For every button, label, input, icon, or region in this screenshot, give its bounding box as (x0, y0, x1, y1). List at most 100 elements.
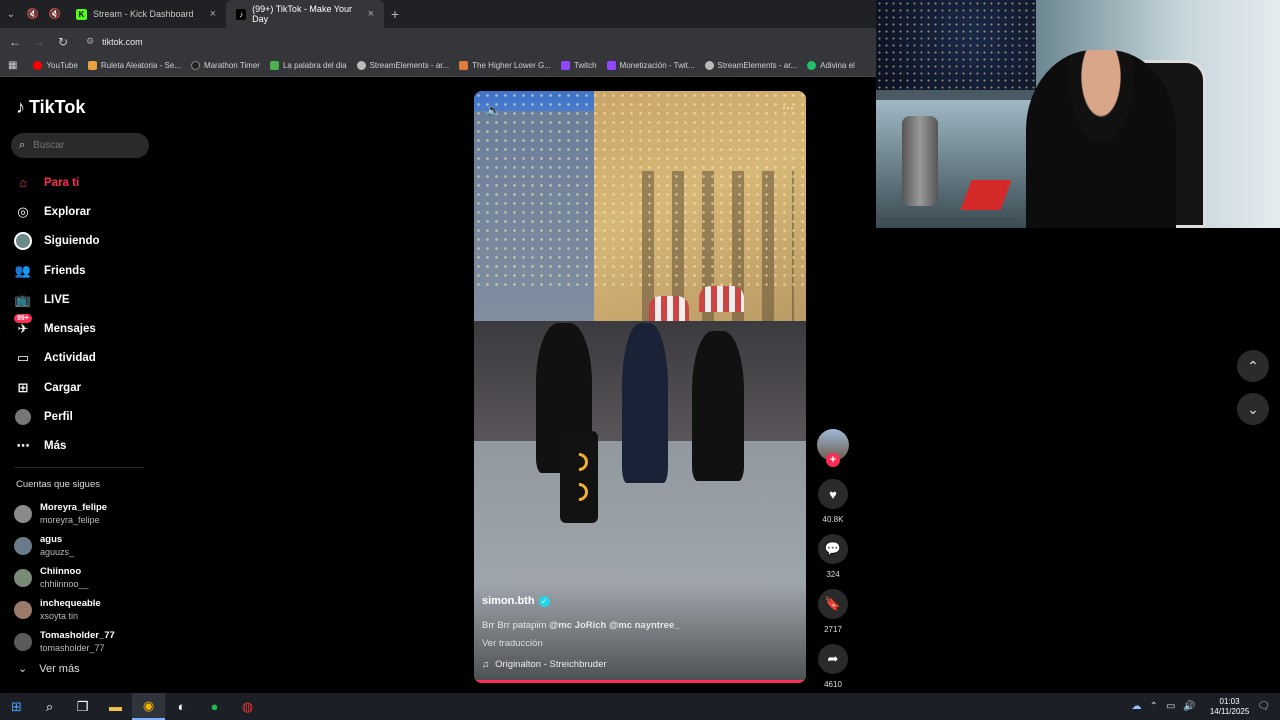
video-scene-awning (649, 296, 689, 322)
sidebar-item-live[interactable]: 📺 LIVE (14, 285, 154, 314)
share-icon[interactable]: ➦ (818, 644, 848, 674)
sidebar-item-mas[interactable]: ⋯ Más (14, 432, 154, 461)
bookmark-ruleta[interactable]: Ruleta Aleatoria - Se... (87, 61, 181, 70)
author-avatar[interactable]: + (817, 429, 849, 467)
muted-tab-icon[interactable]: 🔇 (22, 3, 44, 25)
youtube-icon (33, 61, 43, 70)
following-account[interactable]: Chiinnoo chhiinnoo__ (14, 562, 164, 594)
volume-icon[interactable]: 🔈 (486, 103, 501, 117)
bookmark-marathon-timer[interactable]: Marathon Timer (190, 61, 260, 70)
new-tab-button[interactable]: + (384, 3, 406, 25)
url-field[interactable]: ⚙ tiktok.com (86, 36, 143, 47)
network-icon[interactable]: ▭ (1166, 701, 1175, 712)
account-name: Moreyra_felipe (40, 502, 108, 513)
translate-link[interactable]: Ver traducción (482, 638, 543, 649)
following-list: Moreyra_felipe moreyra_felipe agus aguuzs_… (14, 498, 164, 658)
tab-kick-dashboard[interactable]: K Stream - Kick Dashboard × (66, 0, 226, 28)
sidebar-item-explorar[interactable]: ◎ Explorar (14, 197, 154, 226)
comment-icon[interactable]: 💬 (818, 534, 848, 564)
speaker-light (566, 449, 592, 475)
obs-icon[interactable]: ◍ (231, 693, 264, 720)
apps-grid-icon[interactable]: ▦ (8, 60, 17, 71)
following-account[interactable]: Moreyra_felipe moreyra_felipe (14, 498, 164, 530)
sidebar-item-friends[interactable]: 👥 Friends (14, 256, 154, 285)
reload-icon[interactable]: ↻ (56, 35, 70, 49)
search-box[interactable]: ⌕ (11, 133, 149, 158)
account-name: agus (40, 534, 63, 545)
video-scene-dancer (622, 323, 668, 483)
webcam-overlay (876, 0, 1280, 228)
tab-search-icon[interactable]: ⌄ (0, 3, 22, 25)
home-icon: ⌂ (19, 175, 27, 191)
chrome-icon[interactable]: ◉ (132, 693, 165, 720)
bookmark-label: The Higher Lower G... (472, 61, 551, 70)
browser-tabbar: ⌄ 🔇 🔇 K Stream - Kick Dashboard × ♪ (99+… (0, 0, 876, 28)
muted-tab-icon-2[interactable]: 🔇 (44, 3, 66, 25)
bookmark-icon[interactable]: 🔖 (818, 589, 848, 619)
following-account[interactable]: inchequeable xsoyta tin (14, 594, 164, 626)
tray-chevron-up-icon[interactable]: ⌃ (1150, 701, 1158, 712)
file-explorer-icon[interactable]: ▬ (99, 693, 132, 720)
volume-icon[interactable]: 🔊 (1183, 701, 1195, 712)
following-account[interactable]: agus aguuzs_ (14, 530, 164, 562)
follow-plus-icon[interactable]: + (826, 453, 840, 467)
video-author[interactable]: simon.bth ✓ (482, 595, 550, 607)
browser-addressbar: ← → ↻ ⚙ tiktok.com (0, 28, 876, 55)
site-info-icon[interactable]: ⚙ (86, 36, 94, 47)
adivina-icon (807, 61, 817, 70)
bookmark-streamelements[interactable]: StreamElements - ar... (356, 61, 449, 70)
sidebar-item-mensajes[interactable]: ✈ 99+ Mensajes (14, 314, 154, 343)
following-account[interactable]: Tomasholder_77 tomasholder_77 (14, 626, 164, 658)
video-sound[interactable]: ♫ Originalton - Streichbruder (482, 659, 607, 670)
back-icon[interactable]: ← (8, 35, 22, 49)
close-tab-icon[interactable]: × (210, 8, 216, 20)
sidebar-item-actividad[interactable]: ▭ Actividad (14, 344, 154, 373)
bookmark-monetizacion[interactable]: Monetización - Twit... (606, 61, 695, 70)
previous-video-button[interactable]: ⌃ (1237, 350, 1269, 382)
sidebar-item-para-ti[interactable]: ⌂ Para ti (14, 168, 154, 197)
tiktok-page: ♪ TikTok ⌕ ⌂ Para ti ◎ Explorar Siguiend… (0, 77, 876, 693)
sidebar-item-perfil[interactable]: Perfil (14, 402, 154, 431)
bookmark-streamelements-2[interactable]: StreamElements - ar... (704, 61, 797, 70)
bookmark-adivina[interactable]: Adivina el (807, 61, 855, 70)
bookmark-label: Twitch (573, 61, 597, 70)
bookmark-twitch[interactable]: Twitch (560, 61, 597, 70)
more-options-icon[interactable]: ⋯ (782, 101, 794, 115)
video-player[interactable]: 🔈 ⋯ simon.bth ✓ Brr Brr patapim @mc JoRi… (474, 91, 806, 683)
bookmark-higher-lower[interactable]: The Higher Lower G... (459, 61, 551, 70)
bookmark-palabra-del-dia[interactable]: La palabra del dia (269, 61, 347, 70)
task-view-icon[interactable]: ❐ (66, 693, 99, 720)
close-tab-icon[interactable]: × (368, 8, 374, 20)
webcam-thermos (902, 116, 938, 206)
weather-icon[interactable]: ☁ (1132, 701, 1142, 712)
next-video-button[interactable]: ⌄ (1237, 393, 1269, 425)
video-scene-speaker (560, 431, 598, 523)
notifications-icon[interactable]: 🗨 (1257, 701, 1270, 712)
bookmark-youtube[interactable]: YouTube (33, 61, 78, 70)
tiktok-note-icon: ♪ (16, 97, 25, 117)
tab-tiktok[interactable]: ♪ (99+) TikTok - Make Your Day × (226, 0, 384, 28)
caption-mentions[interactable]: @mc JoRich @mc nayntree_ (549, 620, 679, 631)
spotify-icon[interactable]: ● (198, 693, 231, 720)
heart-icon[interactable]: ♥ (818, 479, 848, 509)
see-more-label: Ver más (39, 662, 80, 675)
windows-start-icon[interactable]: ⊞ (0, 693, 33, 720)
see-more-button[interactable]: ⌄ Ver más (18, 662, 80, 676)
video-progress-bar[interactable] (474, 680, 806, 683)
profile-icon (14, 408, 32, 426)
sidebar-item-siguiendo[interactable]: Siguiendo (14, 227, 154, 256)
live-icon: 📺 (14, 291, 32, 307)
search-icon[interactable]: ⌕ (33, 693, 66, 720)
account-handle: aguuzs_ (40, 547, 75, 557)
sidebar-item-cargar[interactable]: ⊞ Cargar (14, 373, 154, 402)
speaker-light (566, 479, 592, 505)
taskbar-clock[interactable]: 01:03 14/11/2025 (1210, 697, 1249, 717)
search-input[interactable] (33, 140, 134, 151)
app-icon[interactable]: ◐ (165, 693, 198, 720)
forward-icon[interactable]: → (32, 35, 46, 49)
video-scene-dancer (692, 331, 744, 481)
sidebar-item-label: LIVE (44, 293, 70, 306)
search-icon: ⌕ (19, 139, 26, 151)
tiktok-logo[interactable]: ♪ TikTok (16, 97, 85, 118)
save-action: 🔖 2717 (815, 589, 851, 634)
